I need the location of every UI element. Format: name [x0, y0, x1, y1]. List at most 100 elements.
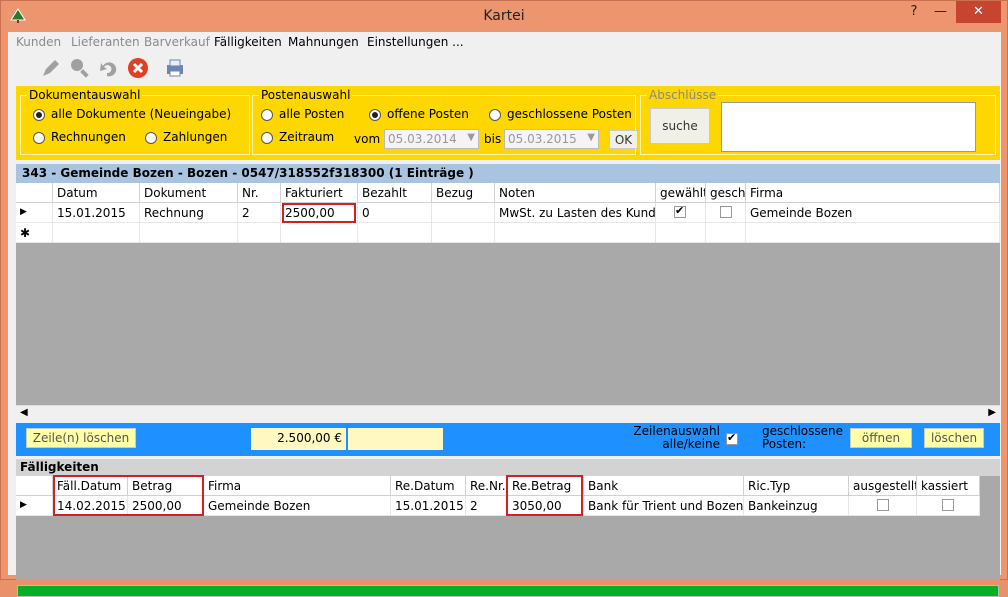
geschl-checkbox[interactable] [720, 206, 732, 218]
col-header-firma[interactable]: Firma [204, 476, 391, 496]
menu-bar: Kunden Lieferanten Barverkauf Fälligkeit… [8, 32, 1001, 52]
edit-pencil-icon[interactable] [40, 57, 62, 79]
posten-header-row: Datum Dokument Nr. Fakturiert Bezahlt Be… [16, 183, 1000, 203]
delete-rows-button[interactable]: Zeile(n) löschen [26, 428, 136, 448]
ok-button[interactable]: OK [609, 130, 638, 149]
suche-button[interactable]: suche [650, 108, 710, 144]
col-header-kassiert[interactable]: kassiert [917, 476, 980, 496]
date-to-value: 05.03.2015 [508, 132, 577, 146]
menu-mahnungen[interactable]: Mahnungen [288, 35, 359, 49]
scroll-right-icon[interactable]: ▶ [988, 407, 996, 418]
row-selector-icon[interactable]: ▶ [16, 203, 53, 223]
search-tool-icon[interactable] [69, 57, 91, 79]
col-header-firma[interactable]: Firma [746, 183, 1000, 203]
help-button[interactable]: ? [901, 1, 927, 23]
menu-lieferanten[interactable]: Lieferanten [71, 35, 140, 49]
cell-datum[interactable]: 15.01.2015 [53, 203, 140, 223]
cell-bezahlt[interactable]: 0 [358, 203, 432, 223]
new-cell[interactable] [746, 223, 1000, 243]
col-header-bezahlt[interactable]: Bezahlt [358, 183, 432, 203]
col-header-re-nr[interactable]: Re.Nr. [466, 476, 508, 496]
cell-noten[interactable]: MwSt. zu Lasten des Kund [495, 203, 656, 223]
radio-geschlossene-posten[interactable] [489, 109, 501, 121]
radio-rechnungen[interactable] [33, 132, 45, 144]
highlight-faell-datum-betrag [53, 475, 204, 516]
col-header-ric-typ[interactable]: Ric.Typ [744, 476, 849, 496]
cell-firma[interactable]: Gemeinde Bozen [204, 496, 391, 516]
ausgestellt-checkbox[interactable] [877, 499, 889, 511]
label-vom: vom [354, 132, 381, 146]
new-cell[interactable] [432, 223, 495, 243]
new-cell[interactable] [140, 223, 238, 243]
new-row[interactable]: ✱ [16, 223, 1000, 243]
col-header-gewaehlt[interactable]: gewählt [656, 183, 706, 203]
geschlossene-label: geschlossene Posten: [762, 424, 844, 451]
col-header-re-datum[interactable]: Re.Datum [391, 476, 466, 496]
row-header-corner [16, 476, 53, 496]
cell-re-nr[interactable]: 2 [466, 496, 508, 516]
date-to-picker[interactable]: 05.03.2015 ▼ [504, 129, 599, 149]
col-header-ausgestellt[interactable]: ausgestellt [849, 476, 917, 496]
col-header-nr[interactable]: Nr. [238, 183, 281, 203]
chevron-down-icon: ▼ [587, 132, 595, 143]
cell-bank[interactable]: Bank für Trient und Bozen [584, 496, 744, 516]
date-from-value: 05.03.2014 [388, 132, 457, 146]
radio-zahlungen[interactable] [145, 132, 157, 144]
col-header-dokument[interactable]: Dokument [140, 183, 238, 203]
new-cell[interactable] [495, 223, 656, 243]
new-cell[interactable] [358, 223, 432, 243]
cell-nr[interactable]: 2 [238, 203, 281, 223]
label-alle-dokumente: alle Dokumente (Neueingabe) [51, 107, 232, 121]
kassiert-checkbox[interactable] [942, 499, 954, 511]
close-window-button[interactable]: ✕ [956, 1, 1001, 23]
menu-einstellungen[interactable]: Einstellungen ... [367, 35, 464, 49]
col-header-bank[interactable]: Bank [584, 476, 744, 496]
maximize-button[interactable] [954, 1, 955, 23]
cancel-red-x-icon[interactable] [127, 57, 149, 79]
print-icon[interactable] [164, 57, 186, 79]
table-row[interactable]: ▶ 15.01.2015 Rechnung 2 2500,00 0 MwSt. … [16, 203, 1000, 223]
col-header-datum[interactable]: Datum [53, 183, 140, 203]
zeilenauswahl-checkbox[interactable] [726, 431, 738, 445]
cell-ausgestellt[interactable] [849, 496, 917, 516]
new-cell[interactable] [281, 223, 358, 243]
col-header-bezug[interactable]: Bezug [432, 183, 495, 203]
label-bis: bis [484, 132, 502, 146]
cell-re-datum[interactable]: 15.01.2015 [391, 496, 466, 516]
new-cell[interactable] [706, 223, 746, 243]
new-cell[interactable] [656, 223, 706, 243]
radio-offene-posten[interactable] [369, 109, 381, 121]
delete-button[interactable]: löschen [924, 428, 984, 448]
gewaehlt-checkbox[interactable] [674, 204, 686, 218]
scroll-left-icon[interactable]: ◀ [20, 407, 28, 418]
cell-gewaehlt[interactable] [656, 203, 706, 223]
col-header-fakturiert[interactable]: Fakturiert [281, 183, 358, 203]
cell-kassiert[interactable] [917, 496, 980, 516]
cell-geschl[interactable] [706, 203, 746, 223]
radio-alle-dokumente[interactable] [33, 109, 45, 121]
cell-firma[interactable]: Gemeinde Bozen [746, 203, 1000, 223]
date-from-picker[interactable]: 05.03.2014 ▼ [384, 129, 479, 149]
cell-ric-typ[interactable]: Bankeinzug [744, 496, 849, 516]
col-header-noten[interactable]: Noten [495, 183, 656, 203]
new-cell[interactable] [238, 223, 281, 243]
abschluesse-list[interactable] [721, 102, 976, 152]
progress-bar [17, 585, 999, 597]
col-header-geschl[interactable]: geschl [706, 183, 746, 203]
undo-icon[interactable] [98, 57, 120, 79]
horizontal-scrollbar[interactable]: ◀ ▶ [16, 405, 1000, 422]
cell-bezug[interactable] [432, 203, 495, 223]
new-cell[interactable] [53, 223, 140, 243]
faelligkeiten-grid: Fäll.Datum Betrag Firma Re.Datum Re.Nr. … [16, 475, 1000, 580]
radio-zeitraum[interactable] [261, 132, 273, 144]
open-button[interactable]: öffnen [850, 428, 912, 448]
row-selector-icon[interactable]: ▶ [16, 496, 53, 516]
radio-alle-posten[interactable] [261, 109, 273, 121]
menu-barverkauf[interactable]: Barverkauf [144, 35, 210, 49]
posten-grid-caption: 343 - Gemeinde Bozen - Bozen - 0547/3185… [16, 164, 1000, 183]
menu-faelligkeiten[interactable]: Fälligkeiten [214, 35, 282, 49]
menu-kunden[interactable]: Kunden [16, 35, 61, 49]
minimize-button[interactable]: — [927, 1, 954, 23]
dokumentauswahl-legend: Dokumentauswahl [27, 88, 143, 102]
cell-dokument[interactable]: Rechnung [140, 203, 238, 223]
